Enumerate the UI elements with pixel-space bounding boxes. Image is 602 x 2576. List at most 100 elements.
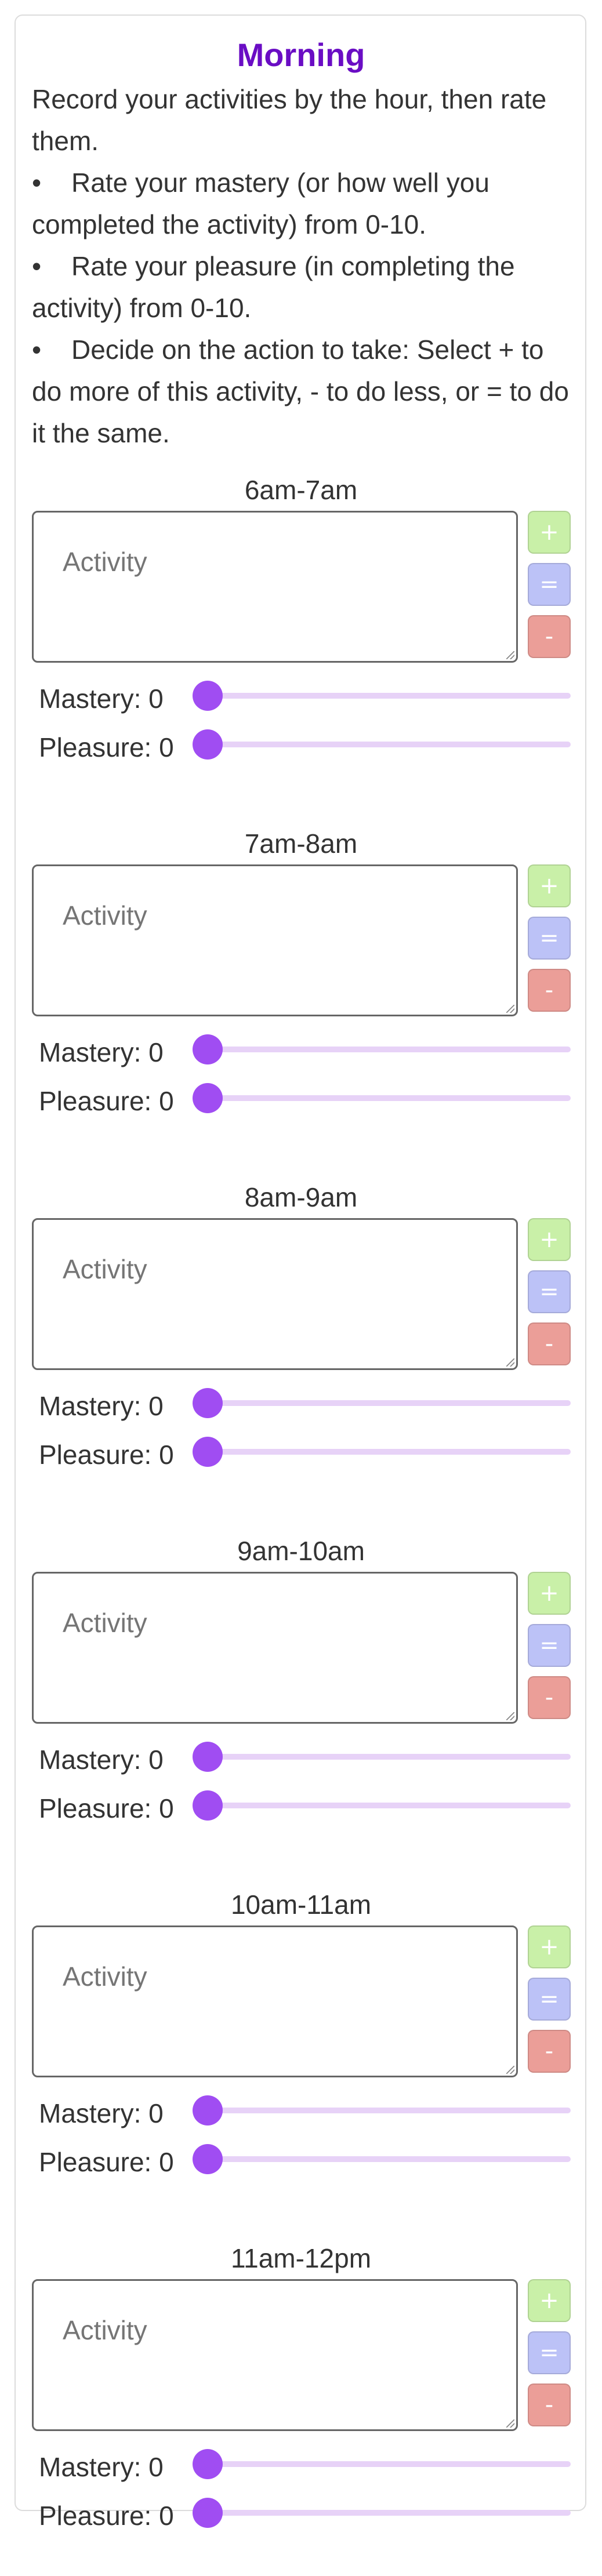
slider-thumb[interactable] <box>193 1742 223 1772</box>
do-more-button[interactable]: + <box>528 511 571 554</box>
do-less-button[interactable]: - <box>528 2030 571 2073</box>
resize-grip-icon[interactable] <box>506 1712 514 1720</box>
mastery-row: Mastery: 0 <box>39 680 571 717</box>
resize-grip-icon[interactable] <box>506 2066 514 2074</box>
mastery-row: Mastery: 0 <box>39 2448 571 2486</box>
pleasure-slider[interactable] <box>193 1790 571 1821</box>
pleasure-slider[interactable] <box>193 1437 571 1467</box>
do-less-button[interactable]: - <box>528 615 571 658</box>
time-slot: 10am-11am + = - Mastery: 0 Pleasure: 0 <box>32 1888 571 2222</box>
mastery-row: Mastery: 0 <box>39 1741 571 1778</box>
slider-thumb[interactable] <box>193 1437 223 1467</box>
do-same-button[interactable]: = <box>528 1270 571 1313</box>
slider-thumb[interactable] <box>193 681 223 711</box>
slider-thumb[interactable] <box>193 1083 223 1113</box>
time-slot-label: 11am-12pm <box>230 2243 372 2273</box>
activity-input[interactable] <box>32 1218 518 1370</box>
resize-grip-icon[interactable] <box>506 2419 514 2428</box>
pleasure-label: Pleasure: 0 <box>39 2501 174 2531</box>
pleasure-row: Pleasure: 0 <box>39 1436 571 1473</box>
time-slot-label: 7am-8am <box>244 829 358 859</box>
activity-input[interactable] <box>32 864 518 1016</box>
instructions-list: • Rate your mastery (or how well you comp… <box>32 162 570 454</box>
mastery-label: Mastery: 0 <box>39 2452 164 2482</box>
mastery-label: Mastery: 0 <box>39 2098 164 2128</box>
mastery-row: Mastery: 0 <box>39 1387 571 1425</box>
pleasure-row: Pleasure: 0 <box>39 1790 571 1827</box>
mastery-slider[interactable] <box>193 681 571 711</box>
pleasure-slider[interactable] <box>193 2498 571 2528</box>
time-slot: 6am-7am + = - Mastery: 0 Pleasure: 0 <box>32 474 571 808</box>
slider-thumb[interactable] <box>193 2095 223 2126</box>
slider-thumb[interactable] <box>193 2498 223 2528</box>
do-more-button[interactable]: + <box>528 864 571 907</box>
pleasure-slider[interactable] <box>193 1083 571 1113</box>
do-more-button[interactable]: + <box>528 1925 571 1968</box>
activity-input[interactable] <box>32 2279 518 2431</box>
pleasure-row: Pleasure: 0 <box>39 1082 571 1120</box>
mastery-slider[interactable] <box>193 2095 571 2126</box>
mastery-label: Mastery: 0 <box>39 1037 164 1067</box>
slider-thumb[interactable] <box>193 2449 223 2479</box>
mastery-row: Mastery: 0 <box>39 1034 571 1071</box>
morning-card: Morning Record your activities by the ho… <box>14 14 586 2531</box>
resize-grip-icon[interactable] <box>506 1005 514 1013</box>
do-same-button[interactable]: = <box>528 2331 571 2374</box>
slider-thumb[interactable] <box>193 1790 223 1821</box>
slider-thumb[interactable] <box>193 1034 223 1064</box>
activity-input[interactable] <box>32 1572 518 1724</box>
resize-grip-icon[interactable] <box>506 651 514 659</box>
pleasure-label: Pleasure: 0 <box>39 732 174 762</box>
time-slot: 11am-12pm + = - Mastery: 0 Pleasure: 0 <box>32 2242 571 2576</box>
do-less-button[interactable]: - <box>528 1676 571 1719</box>
mastery-slider[interactable] <box>193 1388 571 1418</box>
intro-text: Record your activities by the hour, then… <box>32 84 547 156</box>
do-less-button[interactable]: - <box>528 2384 571 2426</box>
bullet-icon: • <box>32 251 42 281</box>
activity-input[interactable] <box>32 511 518 663</box>
instruction-item: • Rate your mastery (or how well you comp… <box>32 162 570 245</box>
do-more-button[interactable]: + <box>528 1218 571 1261</box>
bullet-icon: • <box>32 168 42 198</box>
time-slot: 9am-10am + = - Mastery: 0 Pleasure: 0 <box>32 1535 571 1869</box>
slider-thumb[interactable] <box>193 729 223 760</box>
time-slot-label: 6am-7am <box>244 475 358 505</box>
slider-thumb[interactable] <box>193 2144 223 2174</box>
pleasure-row: Pleasure: 0 <box>39 2497 571 2534</box>
do-same-button[interactable]: = <box>528 563 571 606</box>
do-less-button[interactable]: - <box>528 969 571 1012</box>
instruction-item: • Rate your pleasure (in completing the a… <box>32 245 570 329</box>
instruction-item: • Decide on the action to take: Select + … <box>32 329 570 454</box>
time-slot-label: 9am-10am <box>237 1536 365 1566</box>
pleasure-label: Pleasure: 0 <box>39 2147 174 2177</box>
time-slot: 8am-9am + = - Mastery: 0 Pleasure: 0 <box>32 1181 571 1515</box>
do-same-button[interactable]: = <box>528 917 571 960</box>
do-less-button[interactable]: - <box>528 1322 571 1365</box>
bullet-icon: • <box>32 335 42 365</box>
mastery-label: Mastery: 0 <box>39 1745 164 1775</box>
time-slot-label: 8am-9am <box>244 1182 358 1212</box>
mastery-label: Mastery: 0 <box>39 684 164 714</box>
pleasure-label: Pleasure: 0 <box>39 1440 174 1470</box>
time-slot: 7am-8am + = - Mastery: 0 Pleasure: 0 <box>32 827 571 1161</box>
mastery-row: Mastery: 0 <box>39 2095 571 2132</box>
pleasure-label: Pleasure: 0 <box>39 1086 174 1116</box>
activity-input[interactable] <box>32 1925 518 2077</box>
do-more-button[interactable]: + <box>528 2279 571 2322</box>
pleasure-slider[interactable] <box>193 2144 571 2174</box>
mastery-slider[interactable] <box>193 1034 571 1064</box>
pleasure-row: Pleasure: 0 <box>39 2143 571 2181</box>
mastery-label: Mastery: 0 <box>39 1391 164 1421</box>
mastery-slider[interactable] <box>193 2449 571 2479</box>
do-same-button[interactable]: = <box>528 1624 571 1667</box>
do-same-button[interactable]: = <box>528 1978 571 2021</box>
resize-grip-icon[interactable] <box>506 1358 514 1367</box>
page-title: Morning <box>237 37 365 73</box>
time-slot-label: 10am-11am <box>230 1890 372 1920</box>
slider-thumb[interactable] <box>193 1388 223 1418</box>
pleasure-slider[interactable] <box>193 729 571 760</box>
pleasure-label: Pleasure: 0 <box>39 1793 174 1823</box>
do-more-button[interactable]: + <box>528 1572 571 1615</box>
mastery-slider[interactable] <box>193 1742 571 1772</box>
pleasure-row: Pleasure: 0 <box>39 729 571 766</box>
